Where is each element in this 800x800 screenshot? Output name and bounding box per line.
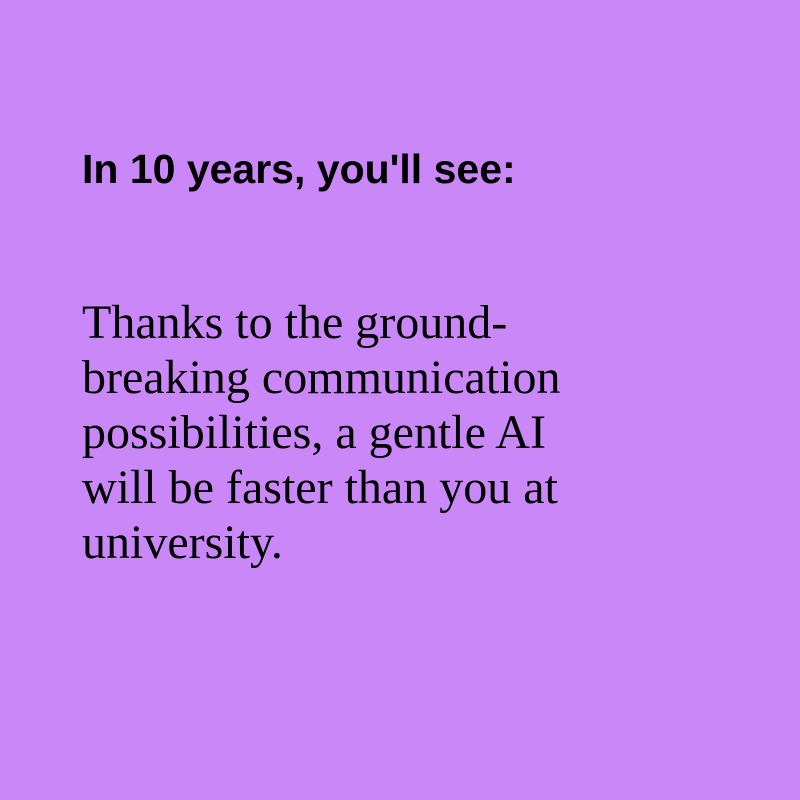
quote-card: In 10 years, you'll see: Thanks to the g… bbox=[0, 0, 800, 800]
card-body-text: Thanks to the ground- breaking communica… bbox=[82, 295, 722, 570]
body-line: possibilities, a gentle AI bbox=[82, 406, 546, 459]
body-line: breaking communication bbox=[82, 351, 561, 404]
body-line: Thanks to the ground- bbox=[82, 296, 508, 349]
body-line: university. bbox=[82, 516, 283, 569]
body-line: will be faster than you at bbox=[82, 461, 558, 514]
card-heading: In 10 years, you'll see: bbox=[82, 146, 516, 192]
